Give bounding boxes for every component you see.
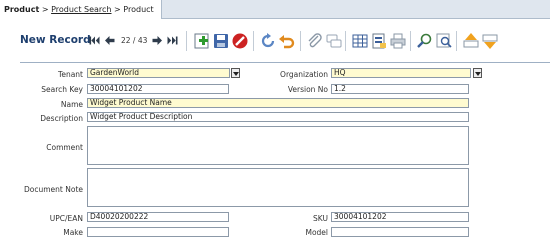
record-title: New Record bbox=[20, 34, 91, 46]
report-icon[interactable] bbox=[370, 32, 388, 50]
tenant-select[interactable]: GardenWorld bbox=[87, 68, 230, 78]
document-note-textarea[interactable] bbox=[87, 168, 469, 207]
first-record-icon[interactable] bbox=[89, 35, 100, 46]
document-note-label: Document Note bbox=[24, 185, 83, 194]
print-icon[interactable] bbox=[389, 32, 407, 50]
toolbar-separator bbox=[345, 31, 346, 51]
breadcrumb-separator: > bbox=[111, 5, 124, 14]
breadcrumb-product-search-link[interactable]: Product Search bbox=[51, 5, 111, 14]
zoom-across-icon[interactable] bbox=[416, 32, 434, 50]
new-record-icon[interactable] bbox=[193, 32, 211, 50]
chat-icon[interactable] bbox=[325, 32, 343, 50]
description-field[interactable]: Widget Product Description bbox=[87, 112, 469, 122]
form-divider bbox=[20, 62, 550, 63]
record-counter: 22 / 43 bbox=[121, 36, 148, 45]
previous-record-icon[interactable] bbox=[104, 35, 115, 46]
tab-product[interactable]: Product > Product Search > Product bbox=[0, 0, 162, 19]
make-field[interactable] bbox=[87, 227, 229, 237]
search-key-label: Search Key bbox=[41, 85, 83, 94]
name-label: Name bbox=[60, 100, 83, 109]
organization-select[interactable]: HQ bbox=[331, 68, 471, 78]
save-icon[interactable] bbox=[212, 32, 230, 50]
breadcrumb-root[interactable]: Product bbox=[4, 5, 39, 14]
last-record-icon[interactable] bbox=[167, 35, 178, 46]
toolbar-separator bbox=[186, 31, 187, 51]
toolbar: New Record 22 / 43 bbox=[0, 19, 550, 61]
version-no-label: Version No bbox=[287, 85, 328, 94]
refresh-icon[interactable] bbox=[259, 32, 277, 50]
tenant-label: Tenant bbox=[58, 70, 83, 79]
sku-label: SKU bbox=[313, 214, 328, 223]
upc-ean-field[interactable]: D40020200222 bbox=[87, 212, 229, 222]
comment-label: Comment bbox=[46, 143, 83, 152]
name-field[interactable]: Widget Product Name bbox=[87, 98, 469, 108]
sku-field[interactable]: 30004101202 bbox=[331, 212, 469, 222]
description-label: Description bbox=[40, 114, 83, 123]
toolbar-separator bbox=[456, 31, 457, 51]
breadcrumb-separator: > bbox=[39, 5, 52, 14]
next-record-icon[interactable] bbox=[152, 35, 163, 46]
detail-record-icon[interactable] bbox=[481, 32, 499, 50]
search-key-field[interactable]: 30004101202 bbox=[87, 84, 229, 94]
attachment-icon[interactable] bbox=[306, 32, 324, 50]
parent-record-icon[interactable] bbox=[462, 32, 480, 50]
toolbar-separator bbox=[300, 31, 301, 51]
toolbar-separator bbox=[253, 31, 254, 51]
model-label: Model bbox=[305, 228, 328, 237]
comment-textarea[interactable] bbox=[87, 126, 469, 165]
breadcrumb-current: Product bbox=[123, 5, 154, 14]
model-field[interactable] bbox=[331, 227, 469, 237]
organization-dropdown-button[interactable] bbox=[473, 68, 482, 78]
tab-bar: Product > Product Search > Product bbox=[0, 0, 550, 19]
upc-ean-label: UPC/EAN bbox=[49, 214, 83, 223]
tenant-dropdown-button[interactable] bbox=[231, 68, 240, 78]
organization-label: Organization bbox=[280, 70, 328, 79]
version-no-field[interactable]: 1.2 bbox=[331, 84, 469, 94]
grid-toggle-icon[interactable] bbox=[351, 32, 369, 50]
make-label: Make bbox=[63, 228, 83, 237]
delete-icon[interactable] bbox=[231, 32, 249, 50]
undo-icon[interactable] bbox=[278, 32, 296, 50]
toolbar-separator bbox=[410, 31, 411, 51]
find-icon[interactable] bbox=[435, 32, 453, 50]
